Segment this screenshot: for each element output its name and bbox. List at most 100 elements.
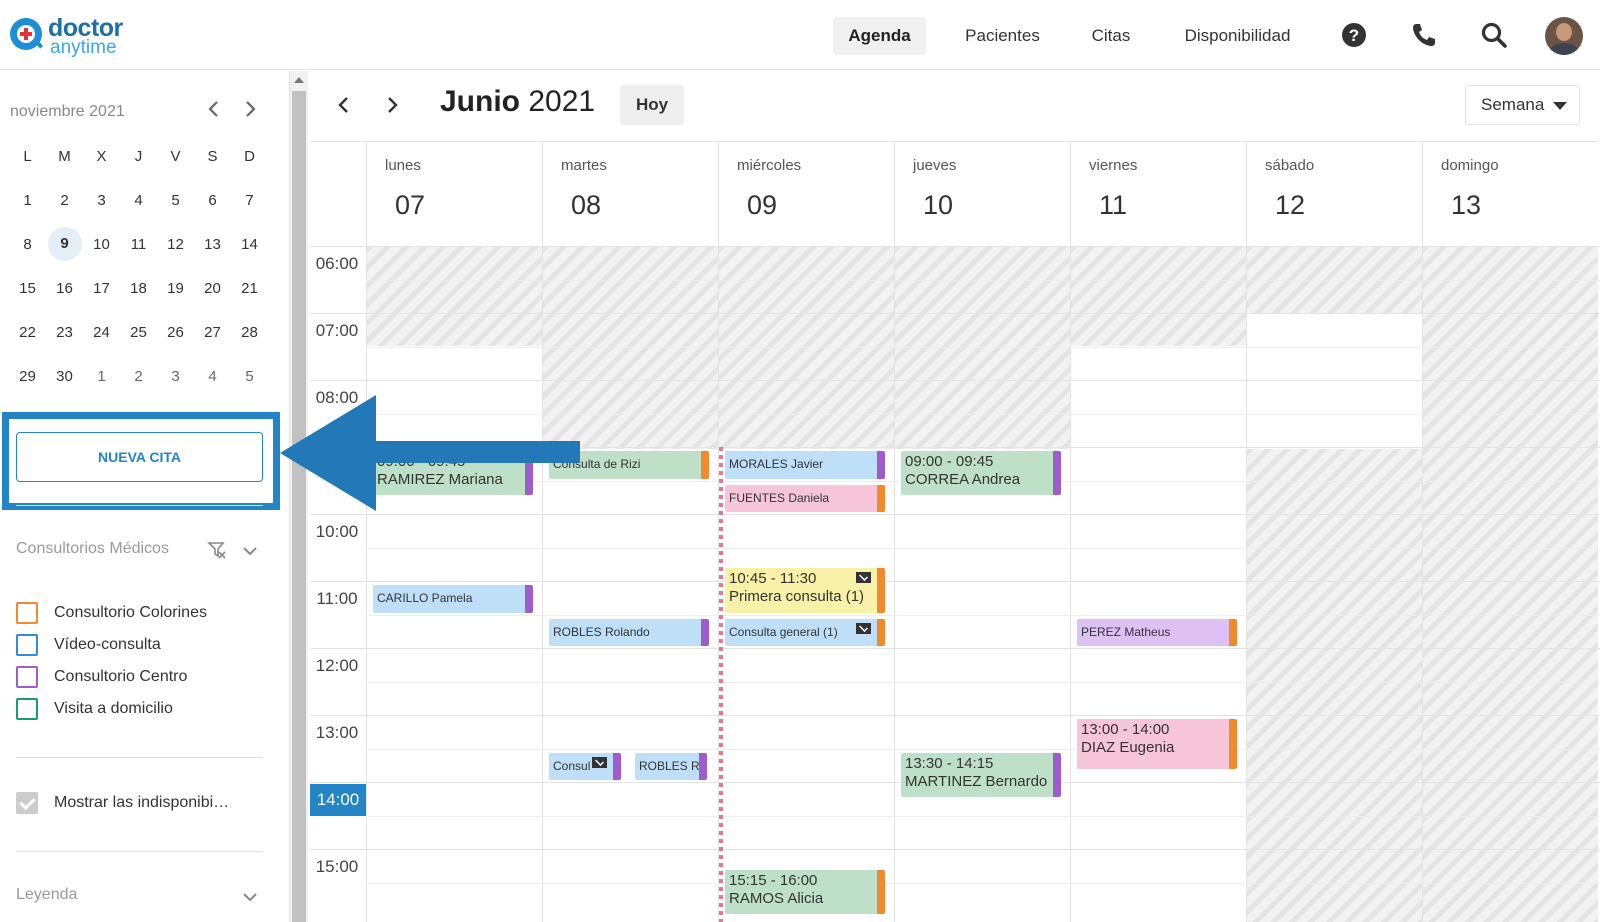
caret-down-icon [1553, 102, 1567, 110]
help-icon[interactable]: ? [1339, 20, 1369, 50]
appointment-event[interactable]: Consulta general (1) [725, 618, 885, 646]
mini-day[interactable]: 20 [194, 280, 231, 297]
mini-day-number: 4 [208, 367, 217, 385]
mini-day[interactable]: 5 [157, 192, 194, 209]
mini-day[interactable]: 7 [231, 192, 268, 209]
appointment-event[interactable]: FUENTES Daniela [725, 484, 885, 512]
appointment-event[interactable]: CARILLO Pamela [373, 585, 533, 613]
mini-day[interactable]: 3 [83, 192, 120, 209]
legend-heading[interactable]: Leyenda [16, 886, 77, 904]
mini-day[interactable]: 3 [157, 368, 194, 385]
mini-day[interactable]: 27 [194, 324, 231, 341]
day-header[interactable]: miércoles 09 [718, 141, 894, 246]
consultorio-filter-item[interactable]: Consultorio Colorines [16, 601, 207, 625]
user-avatar[interactable] [1545, 17, 1583, 55]
mini-day[interactable]: 11 [120, 236, 157, 253]
next-week-icon[interactable] [380, 93, 404, 117]
nav-citas[interactable]: Citas [1080, 17, 1142, 55]
day-header[interactable]: lunes 07 [366, 141, 542, 246]
mini-day[interactable]: 17 [83, 280, 120, 297]
mini-day[interactable]: 30 [46, 368, 83, 385]
day-header[interactable]: domingo 13 [1422, 141, 1598, 246]
appointment-event[interactable]: Consul [549, 752, 621, 780]
checkbox-checked-icon[interactable] [16, 792, 38, 814]
hour-label: 07:00 [315, 321, 359, 340]
show-unavailable-toggle[interactable]: Mostrar las indisponibi… [16, 791, 229, 815]
nav-pacientes[interactable]: Pacientes [955, 17, 1050, 55]
view-select[interactable]: Semana [1465, 85, 1580, 125]
mail-icon [856, 622, 871, 634]
mail-icon [592, 756, 607, 768]
appointment-event[interactable]: ROBLES Rolando [549, 618, 709, 646]
mini-day[interactable]: 5 [231, 368, 268, 385]
scroll-up-arrow-icon[interactable] [294, 77, 304, 83]
mini-day[interactable]: 4 [194, 368, 231, 385]
appointment-event[interactable]: MORALES Javier [725, 451, 885, 479]
mini-day[interactable]: 14 [231, 236, 268, 253]
appointment-event[interactable]: 13:30 - 14:15 MARTINEZ Bernardo [901, 752, 1061, 797]
mini-day[interactable]: 12 [157, 236, 194, 253]
day-header[interactable]: sábado 12 [1246, 141, 1422, 246]
appointment-event[interactable]: 15:15 - 16:00 RAMOS Alicia [725, 869, 885, 914]
checkbox-unchecked-icon[interactable] [16, 602, 38, 624]
mini-day[interactable]: 19 [157, 280, 194, 297]
nav-agenda[interactable]: Agenda [833, 17, 926, 55]
mini-day[interactable]: 4 [120, 192, 157, 209]
appointment-event[interactable]: 13:00 - 14:00 DIAZ Eugenia [1077, 719, 1237, 769]
appointment-event[interactable]: ROBLES Ro [635, 752, 707, 780]
mini-day[interactable]: 15 [9, 280, 46, 297]
day-name: sábado [1265, 157, 1315, 174]
checkbox-unchecked-icon[interactable] [16, 634, 38, 656]
chevron-down-icon[interactable] [240, 541, 260, 561]
clear-filter-icon[interactable] [207, 540, 227, 560]
mini-day[interactable]: 23 [46, 324, 83, 341]
mini-next-month-icon[interactable] [239, 98, 261, 120]
legend-chevron-down-icon[interactable] [240, 887, 260, 907]
half-hour-line [366, 748, 1600, 750]
mini-day[interactable]: 8 [9, 236, 46, 253]
event-title: CARILLO Pamela [377, 591, 473, 605]
appointment-event[interactable]: PEREZ Matheus [1077, 618, 1237, 646]
mini-day[interactable]: 1 [83, 368, 120, 385]
mini-day[interactable]: 26 [157, 324, 194, 341]
event-color-bar [699, 752, 707, 780]
doctoranytime-logo[interactable]: doctor anytime [10, 14, 130, 58]
nueva-cita-highlight: NUEVA CITA [2, 412, 280, 510]
consultorio-filter-item[interactable]: Consultorio Centro [16, 665, 187, 689]
today-button[interactable]: Hoy [620, 85, 684, 125]
mini-day[interactable]: 10 [83, 236, 120, 253]
search-icon[interactable] [1479, 20, 1509, 50]
mini-day[interactable]: 2 [46, 192, 83, 209]
appointment-event[interactable]: 09:00 - 09:45 CORREA Andrea [901, 451, 1061, 496]
appointment-event[interactable]: 10:45 - 11:30 Primera consulta (1) [725, 568, 885, 613]
checkbox-unchecked-icon[interactable] [16, 698, 38, 720]
mini-day[interactable]: 25 [120, 324, 157, 341]
mini-day[interactable]: 18 [120, 280, 157, 297]
nueva-cita-button[interactable]: NUEVA CITA [16, 432, 263, 482]
mini-day[interactable]: 16 [46, 280, 83, 297]
consultorio-filter-item[interactable]: Visita a domicilio [16, 697, 173, 721]
mini-day[interactable]: 24 [83, 324, 120, 341]
mini-day[interactable]: 22 [9, 324, 46, 341]
phone-icon[interactable] [1409, 20, 1439, 50]
mini-day-number: 8 [23, 235, 32, 253]
day-header[interactable]: martes 08 [542, 141, 718, 246]
day-header[interactable]: jueves 10 [894, 141, 1070, 246]
consultorio-filter-item[interactable]: Vídeo-consulta [16, 633, 161, 657]
day-header[interactable]: viernes 11 [1070, 141, 1246, 246]
mini-day[interactable]: 9 [46, 227, 83, 261]
mini-day-number: 28 [241, 323, 258, 341]
mini-day[interactable]: 2 [120, 368, 157, 385]
consultorio-filter-label: Consultorio Centro [54, 668, 188, 685]
mini-day[interactable]: 6 [194, 192, 231, 209]
nav-disponibilidad[interactable]: Disponibilidad [1175, 17, 1300, 55]
mini-day[interactable]: 13 [194, 236, 231, 253]
mini-day[interactable]: 1 [9, 192, 46, 209]
mini-day[interactable]: 29 [9, 368, 46, 385]
mini-day[interactable]: 21 [231, 280, 268, 297]
checkbox-unchecked-icon[interactable] [16, 666, 38, 688]
mini-day[interactable]: 28 [231, 324, 268, 341]
mini-day-number: 20 [204, 279, 221, 297]
mini-prev-month-icon[interactable] [203, 98, 225, 120]
prev-week-icon[interactable] [332, 93, 356, 117]
